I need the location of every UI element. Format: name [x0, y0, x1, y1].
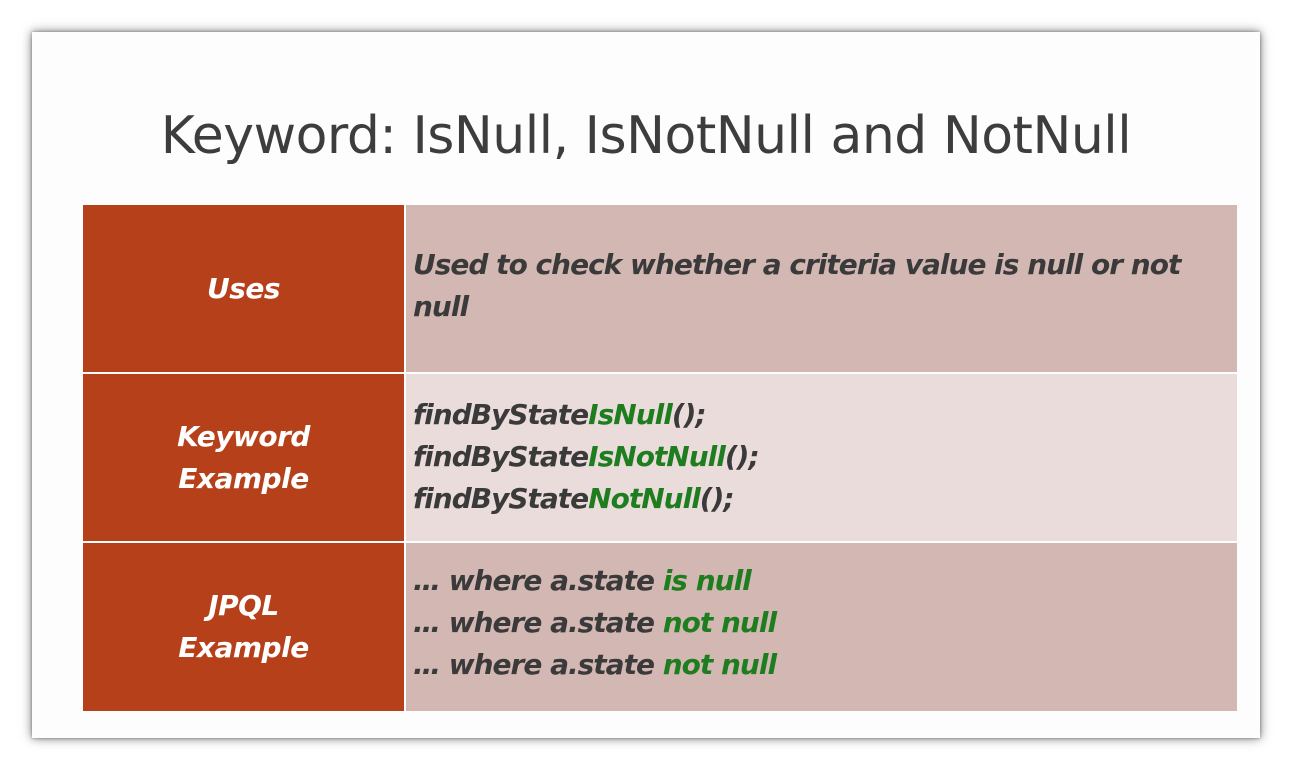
row-content-keyword-example: findByStateIsNull(); findByStateIsNotNul…: [406, 374, 1237, 541]
jpql-prefix: … where a.state: [413, 648, 663, 681]
row-label-jpql-line2: Example: [178, 631, 309, 664]
jpql-prefix: … where a.state: [413, 564, 663, 597]
code-line: findByStateNotNull();: [413, 478, 1237, 520]
jpql-keyword: not null: [662, 606, 777, 639]
jpql-keyword: not null: [662, 648, 777, 681]
row-content-jpql-example: … where a.state is null … where a.state …: [406, 543, 1237, 711]
code-keyword: IsNull: [588, 398, 673, 431]
code-suffix: ();: [724, 440, 760, 473]
jpql-line: … where a.state not null: [413, 644, 1237, 686]
code-line: findByStateIsNull();: [413, 394, 1237, 436]
code-suffix: ();: [671, 398, 707, 431]
code-suffix: ();: [699, 482, 735, 515]
table-row-uses: Uses Used to check whether a criteria va…: [83, 205, 1237, 372]
row-label-uses: Uses: [83, 205, 404, 372]
row-label-keyword-example: Keyword Example: [83, 374, 404, 541]
row-label-jpql-line1: JPQL: [208, 589, 279, 622]
code-method-prefix: findByState: [413, 440, 589, 473]
row-label-keyword-line1: Keyword: [177, 419, 310, 453]
slide-title: Keyword: IsNull, IsNotNull and NotNull: [160, 106, 1132, 166]
code-keyword: NotNull: [588, 482, 701, 515]
row-label-jpql-example: JPQL Example: [83, 543, 404, 711]
code-method-prefix: findByState: [413, 398, 589, 431]
jpql-keyword: is null: [662, 564, 752, 597]
row-label-keyword-line2: Example: [178, 461, 309, 495]
uses-description: Used to check whether a criteria value i…: [413, 248, 1181, 323]
code-keyword: IsNotNull: [588, 440, 726, 473]
keyword-table: Uses Used to check whether a criteria va…: [83, 205, 1237, 711]
code-method-prefix: findByState: [413, 482, 589, 515]
table-row-keyword-example: Keyword Example findByStateIsNull(); fin…: [83, 374, 1237, 541]
row-label-uses-text: Uses: [206, 271, 281, 305]
row-content-uses: Used to check whether a criteria value i…: [406, 205, 1237, 372]
table-row-jpql-example: JPQL Example … where a.state is null … w…: [83, 543, 1237, 711]
code-line: findByStateIsNotNull();: [413, 436, 1237, 478]
jpql-line: … where a.state not null: [413, 602, 1237, 644]
jpql-prefix: … where a.state: [413, 606, 663, 639]
slide: Keyword: IsNull, IsNotNull and NotNull U…: [32, 32, 1260, 738]
jpql-line: … where a.state is null: [413, 560, 1237, 602]
